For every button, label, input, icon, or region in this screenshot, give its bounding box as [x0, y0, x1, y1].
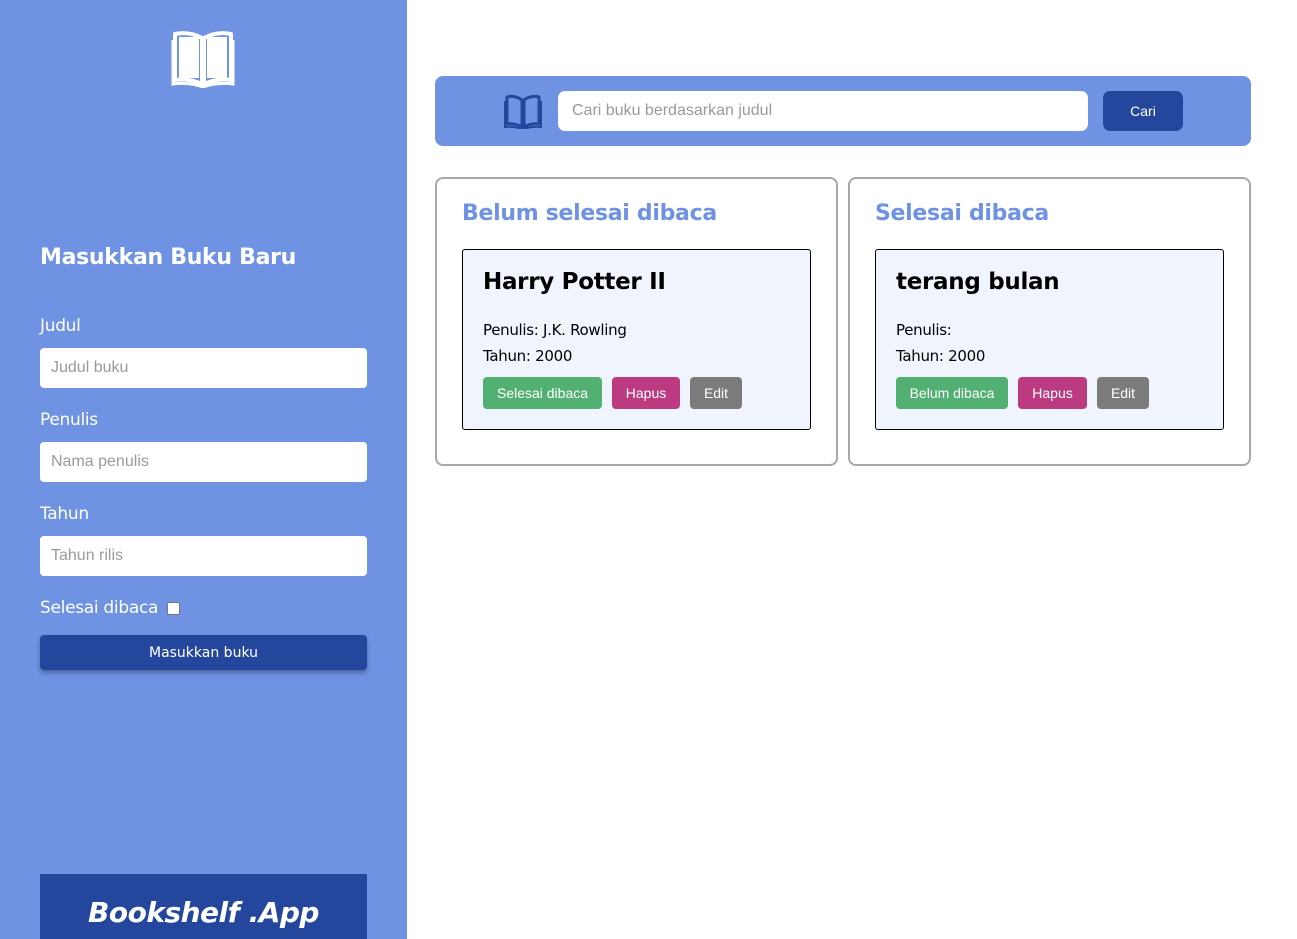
- search-button[interactable]: Cari: [1103, 91, 1183, 131]
- open-book-icon: [504, 94, 542, 129]
- brand-footer: Bookshelf .App: [40, 874, 367, 939]
- sidebar: Masukkan Buku Baru Judul Penulis Tahun S…: [0, 0, 407, 939]
- title-label: Judul: [40, 316, 81, 336]
- book-item: Harry Potter II Penulis: J.K. Rowling Ta…: [462, 249, 811, 430]
- delete-button[interactable]: Hapus: [612, 377, 680, 409]
- book-author: Penulis: J.K. Rowling: [483, 321, 627, 339]
- title-input[interactable]: [40, 348, 367, 388]
- book-author: Penulis:: [896, 321, 952, 339]
- book-year: Tahun: 2000: [483, 347, 573, 365]
- year-input[interactable]: [40, 536, 367, 576]
- year-label: Tahun: [40, 504, 89, 524]
- book-item: terang bulan Penulis: Tahun: 2000 Belum …: [875, 249, 1224, 430]
- is-complete-checkbox[interactable]: [167, 601, 181, 615]
- delete-button[interactable]: Hapus: [1018, 377, 1087, 409]
- submit-book-button[interactable]: Masukkan buku: [40, 635, 367, 670]
- author-input[interactable]: [40, 442, 367, 482]
- brand-text: Bookshelf .App: [88, 896, 319, 929]
- mark-complete-button[interactable]: Selesai dibaca: [483, 377, 602, 409]
- shelf-title: Selesai dibaca: [875, 201, 1049, 226]
- edit-button[interactable]: Edit: [690, 377, 742, 409]
- book-year: Tahun: 2000: [896, 347, 986, 365]
- incomplete-shelf: Belum selesai dibaca Harry Potter II Pen…: [435, 177, 838, 466]
- book-title: terang bulan: [896, 269, 1060, 295]
- shelf-title: Belum selesai dibaca: [462, 201, 717, 226]
- edit-button[interactable]: Edit: [1097, 377, 1149, 409]
- book-title: Harry Potter II: [483, 269, 666, 295]
- search-input[interactable]: [558, 91, 1088, 131]
- search-bar: Cari: [435, 76, 1251, 146]
- complete-shelf: Selesai dibaca terang bulan Penulis: Tah…: [848, 177, 1251, 466]
- open-book-icon: [171, 31, 235, 88]
- is-complete-row: Selesai dibaca: [40, 598, 181, 618]
- form-title: Masukkan Buku Baru: [40, 245, 297, 270]
- author-label: Penulis: [40, 410, 98, 430]
- mark-incomplete-button[interactable]: Belum dibaca: [896, 377, 1008, 409]
- is-complete-label: Selesai dibaca: [40, 598, 159, 618]
